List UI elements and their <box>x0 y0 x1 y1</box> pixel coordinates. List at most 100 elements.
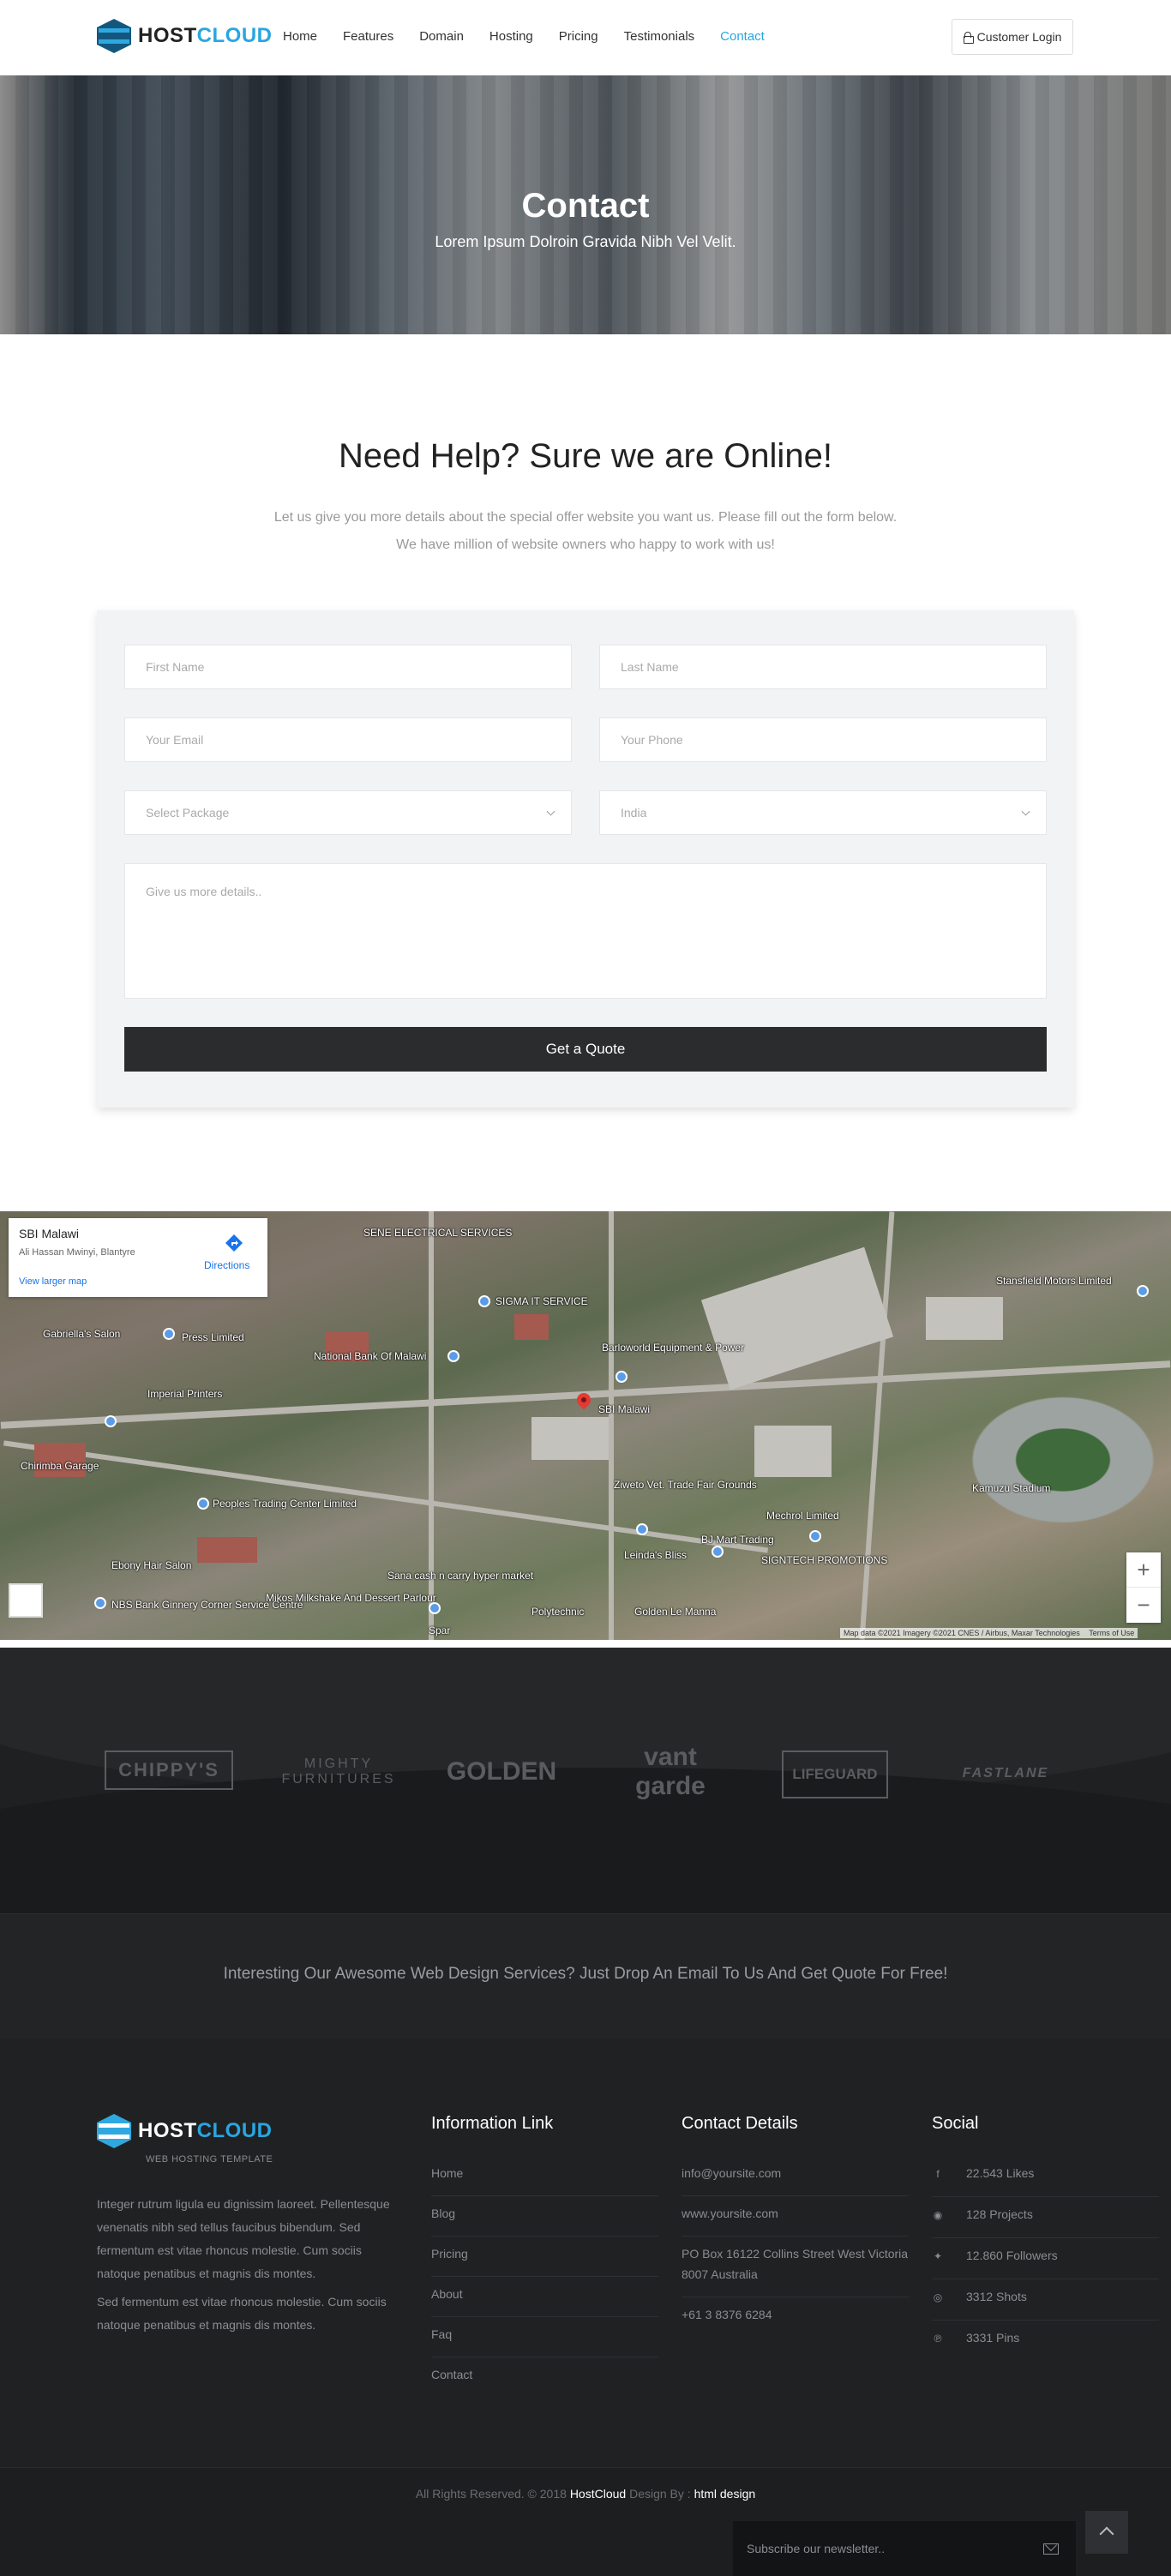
nav-domain[interactable]: Domain <box>419 29 464 44</box>
footer-info-title: Information Link <box>431 2114 554 2133</box>
poi-icon[interactable] <box>105 1415 117 1427</box>
directions-icon[interactable] <box>225 1234 243 1252</box>
customer-login-button[interactable]: Customer Login <box>952 19 1073 55</box>
footer-logo[interactable]: HOSTCLOUD <box>97 2114 273 2148</box>
footer-link-pricing[interactable]: Pricing <box>431 2237 658 2277</box>
map-label: Spar <box>429 1624 451 1636</box>
footer-link-faq[interactable]: Faq <box>431 2317 658 2357</box>
social-github[interactable]: ◉ 128 Projects <box>932 2197 1159 2238</box>
chevron-down-icon <box>1021 807 1030 816</box>
partner-logo-vantgarde: vant garde <box>635 1743 706 1800</box>
help-heading: Need Help? Sure we are Online! <box>339 437 832 475</box>
poi-icon[interactable] <box>616 1371 628 1383</box>
email-input[interactable]: Your Email <box>124 718 572 762</box>
package-select-value: Select Package <box>146 806 230 820</box>
poi-icon[interactable] <box>478 1295 490 1307</box>
social-twitter[interactable]: ✦ 12.860 Followers <box>932 2238 1159 2279</box>
nav-features[interactable]: Features <box>343 29 393 44</box>
nav-hosting[interactable]: Hosting <box>489 29 533 44</box>
map-place-title: SBI Malawi <box>19 1227 80 1240</box>
designer-link[interactable]: html design <box>694 2487 756 2501</box>
poi-icon[interactable] <box>429 1602 441 1614</box>
footer-link-home[interactable]: Home <box>431 2156 658 2196</box>
help-line-1: Let us give you more details about the s… <box>273 510 898 525</box>
footer-info-links: Information Link Home Blog Pricing About… <box>431 2114 658 2397</box>
github-icon: ◉ <box>933 2209 943 2221</box>
first-name-input[interactable]: First Name <box>124 645 572 689</box>
twitter-icon: ✦ <box>933 2250 943 2262</box>
footer-social: Social f 22.543 Likes ◉ 128 Projects ✦ 12.8… <box>932 2114 1159 2361</box>
view-larger-map-link[interactable]: View larger map <box>19 1276 87 1287</box>
footer-link-contact[interactable]: Contact <box>431 2357 658 2397</box>
footer-email[interactable]: info@yoursite.com <box>682 2156 909 2196</box>
poi-icon[interactable] <box>163 1328 175 1340</box>
partner-logo-fastlane: FASTLANE <box>962 1766 1049 1780</box>
help-line-2: We have million of website owners who ha… <box>396 537 775 552</box>
site-header: HOSTCLOUD Home Features Domain Hosting P… <box>0 0 1171 75</box>
last-name-input[interactable]: Last Name <box>599 645 1047 689</box>
logo-cloud-text: CLOUD <box>196 24 273 47</box>
footer-bottom-bar: All Rights Reserved. © 2018 HostCloud De… <box>0 2467 1171 2576</box>
footer-phone: +61 3 8376 6284 <box>682 2308 772 2321</box>
social-twitter-text: 12.860 Followers <box>966 2249 1058 2262</box>
poi-icon[interactable] <box>809 1530 821 1542</box>
country-select[interactable]: India <box>599 790 1047 835</box>
social-dribbble[interactable]: ◎ 3312 Shots <box>932 2279 1159 2321</box>
nav-pricing[interactable]: Pricing <box>559 29 598 44</box>
cta-banner: Interesting Our Awesome Web Design Servi… <box>0 1913 1171 2039</box>
dribbble-icon: ◎ <box>933 2291 943 2303</box>
footer-website[interactable]: www.yoursite.com <box>682 2196 909 2237</box>
partner-logo-chippys: CHIPPY'S <box>105 1750 233 1790</box>
phone-input[interactable]: Your Phone <box>599 718 1047 762</box>
social-dribbble-text: 3312 Shots <box>966 2290 1027 2303</box>
logo-icon <box>97 2114 131 2148</box>
copyright-text: All Rights Reserved. © 2018 <box>415 2487 567 2501</box>
mail-icon[interactable] <box>1043 2543 1059 2555</box>
poi-icon[interactable] <box>197 1498 209 1510</box>
site-logo[interactable]: HOSTCLOUD <box>97 19 273 53</box>
footer-about: Integer rutrum ligula eu dignissim laore… <box>97 2193 405 2337</box>
location-map[interactable]: SENE ELECTRICAL SERVICES SIGMA IT SERVIC… <box>0 1211 1171 1640</box>
details-textarea[interactable]: Give us more details.. <box>124 863 1047 999</box>
map-label: Mikos Milkshake And Dessert Parlour <box>266 1592 436 1604</box>
map-label: Stansfield Motors Limited <box>996 1275 1112 1287</box>
footer-link-blog[interactable]: Blog <box>431 2196 658 2237</box>
map-label: Leinda's Bliss <box>624 1549 687 1561</box>
scroll-to-top-button[interactable] <box>1085 2511 1128 2554</box>
location-pin-icon[interactable] <box>574 1393 593 1412</box>
poi-icon[interactable] <box>1137 1285 1149 1297</box>
zoom-out-button[interactable]: − <box>1126 1588 1161 1623</box>
page-subtitle: Lorem Ipsum Dolroin Gravida Nibh Vel Vel… <box>435 233 736 250</box>
social-pinterest-text: 3331 Pins <box>966 2331 1020 2345</box>
lock-icon <box>963 32 974 44</box>
chevron-down-icon <box>546 807 555 816</box>
map-label: SIGMA IT SERVICE <box>495 1295 588 1307</box>
nav-testimonials[interactable]: Testimonials <box>624 29 695 44</box>
main-nav: Home Features Domain Hosting Pricing Tes… <box>283 29 790 44</box>
street-view-button[interactable] <box>9 1583 43 1618</box>
logo-cloud-text: CLOUD <box>196 2119 273 2142</box>
newsletter-placeholder: Subscribe our newsletter.. <box>747 2542 886 2555</box>
map-label: National Bank Of Malawi <box>314 1350 427 1362</box>
poi-icon[interactable] <box>636 1523 648 1535</box>
pinterest-icon: ℗ <box>934 2333 942 2345</box>
poi-icon[interactable] <box>712 1546 724 1558</box>
social-pinterest[interactable]: ℗ 3331 Pins <box>932 2321 1159 2361</box>
nav-contact[interactable]: Contact <box>720 29 765 44</box>
footer-link-about[interactable]: About <box>431 2277 658 2317</box>
newsletter-input[interactable]: Subscribe our newsletter.. <box>733 2521 1076 2576</box>
social-facebook[interactable]: f 22.543 Likes <box>932 2156 1159 2197</box>
get-quote-button[interactable]: Get a Quote <box>124 1027 1047 1072</box>
nav-home[interactable]: Home <box>283 29 317 44</box>
poi-icon[interactable] <box>447 1350 459 1362</box>
map-terms-link[interactable]: Terms of Use <box>1089 1629 1134 1637</box>
zoom-in-button[interactable]: + <box>1126 1552 1161 1588</box>
package-select[interactable]: Select Package <box>124 790 572 835</box>
map-attribution: Map data ©2021 Imagery ©2021 CNES / Airb… <box>840 1628 1138 1638</box>
copyright-brand-link[interactable]: HostCloud <box>570 2487 626 2501</box>
map-label: Ziweto Vet. Trade Fair Grounds <box>614 1479 757 1491</box>
map-label: SIGNTECH PROMOTIONS <box>761 1554 888 1566</box>
directions-link[interactable]: Directions <box>204 1259 249 1271</box>
poi-icon[interactable] <box>94 1597 106 1609</box>
map-label: Peoples Trading Center Limited <box>213 1498 357 1510</box>
